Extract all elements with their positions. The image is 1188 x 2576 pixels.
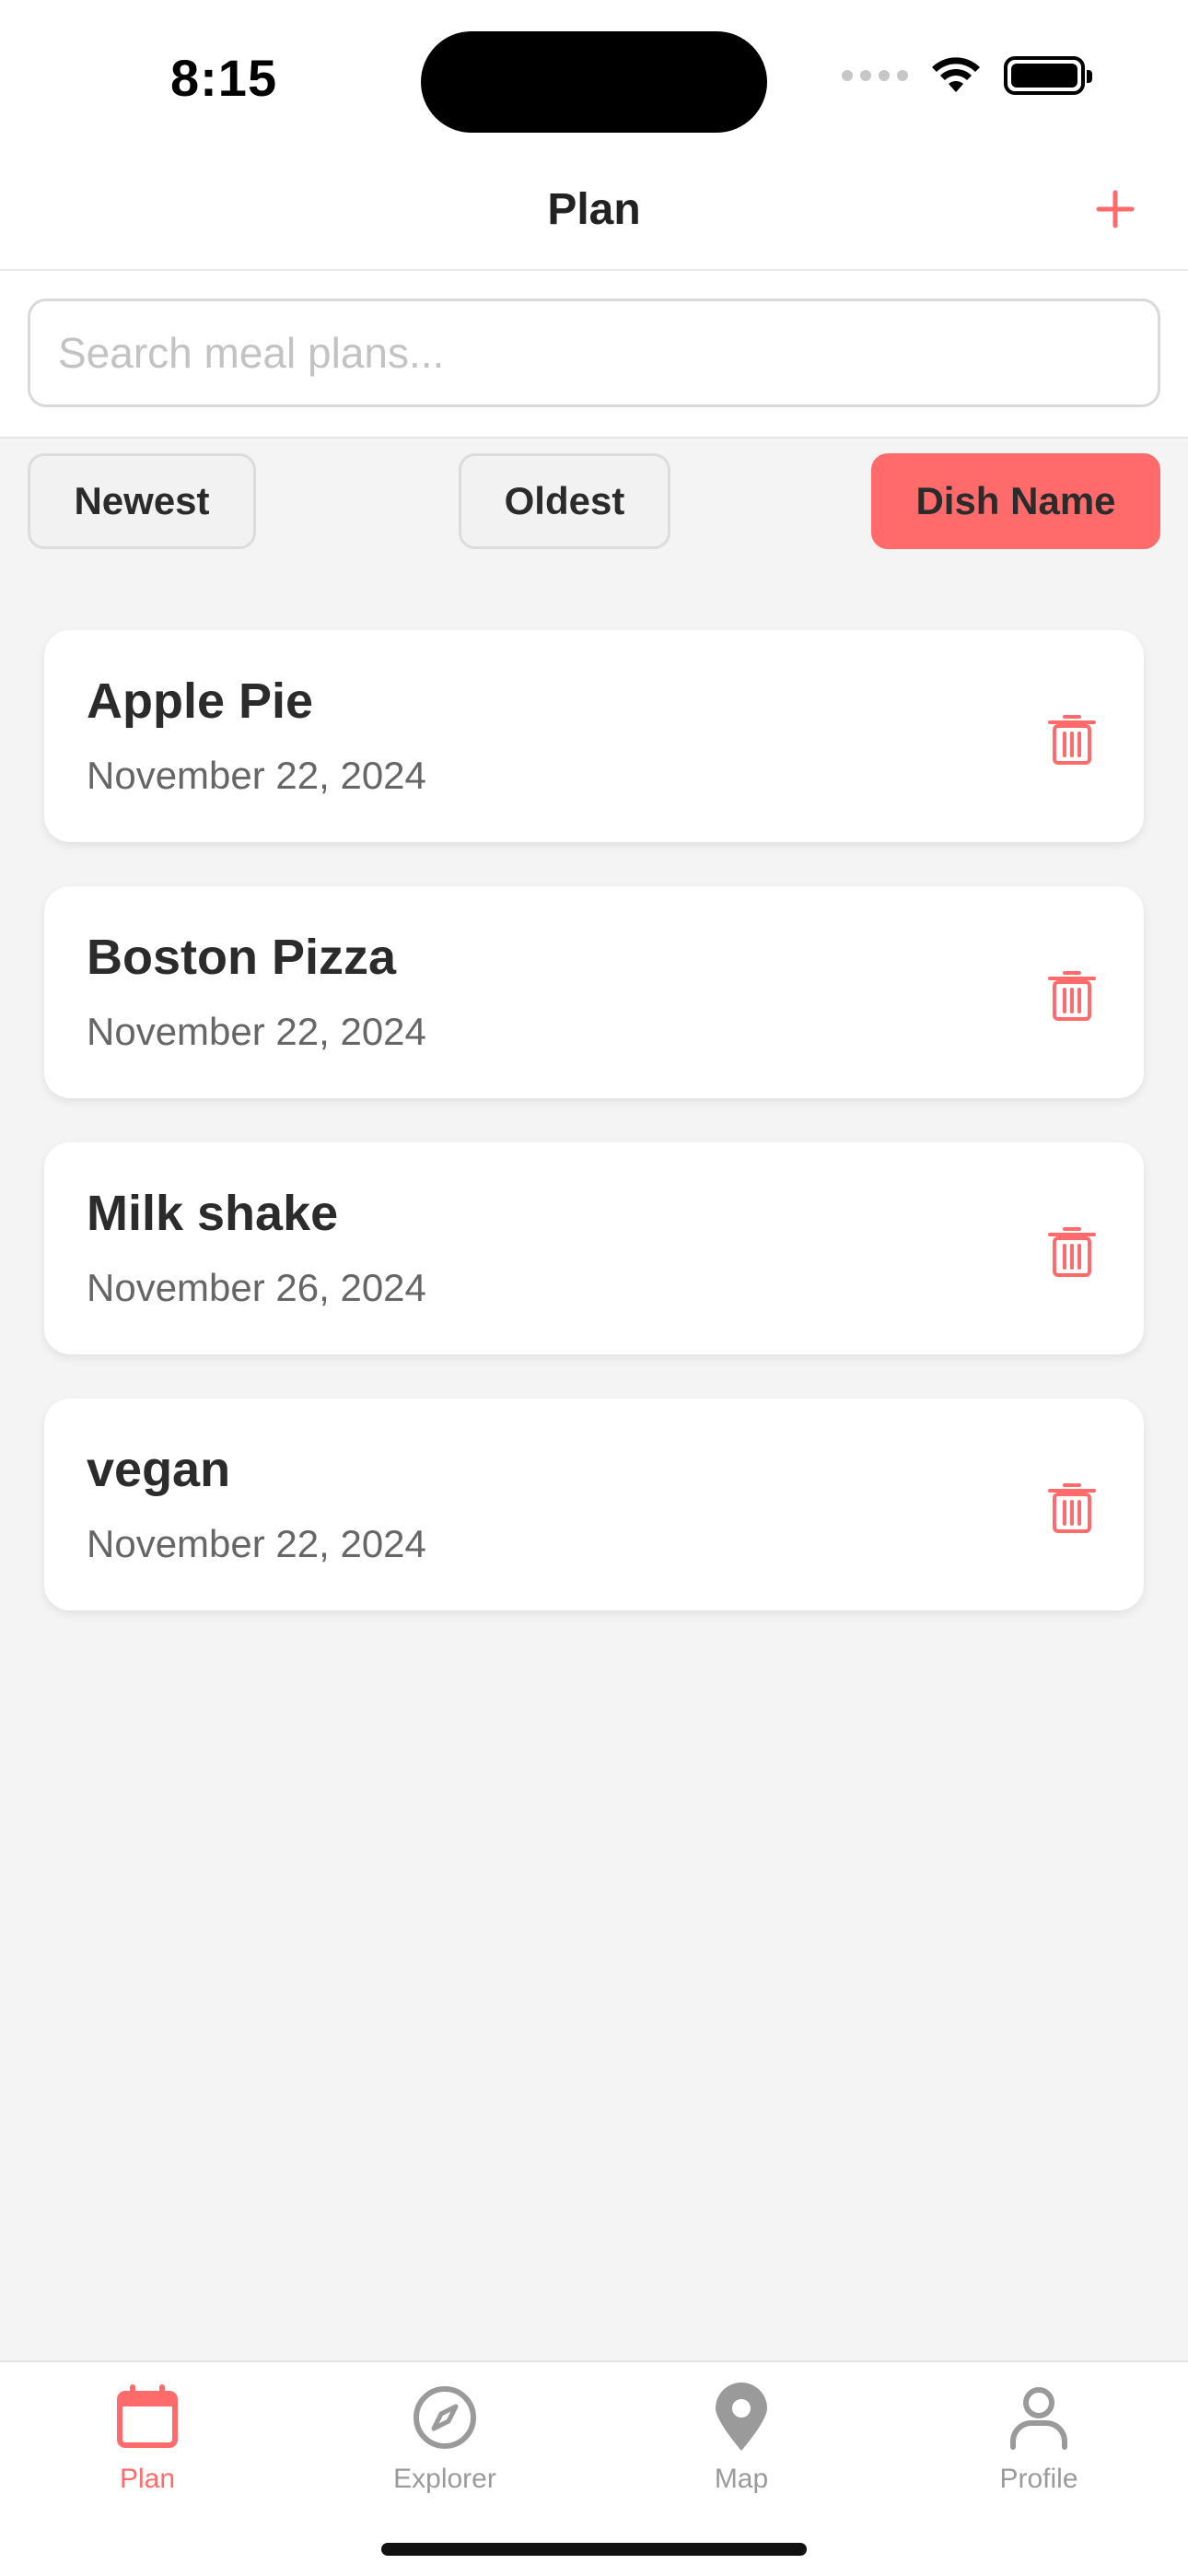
- plan-card[interactable]: Boston Pizza November 22, 2024: [44, 886, 1144, 1098]
- tab-label: Profile: [999, 2464, 1078, 2494]
- trash-icon: [1048, 971, 1096, 1021]
- search-input[interactable]: [28, 299, 1160, 407]
- plan-card[interactable]: Milk shake November 26, 2024: [44, 1142, 1144, 1354]
- plan-date: November 22, 2024: [87, 1522, 426, 1565]
- tab-label: Plan: [119, 2464, 176, 2494]
- plan-name: Boston Pizza: [87, 930, 397, 985]
- page-title: Plan: [547, 185, 641, 234]
- calendar-icon: [117, 2384, 178, 2448]
- tab-map[interactable]: Map: [649, 2381, 833, 2519]
- plan-card[interactable]: vegan November 22, 2024: [44, 1399, 1144, 1610]
- search-area: [0, 271, 1188, 439]
- status-time: 8:15: [170, 49, 278, 107]
- sort-oldest-button[interactable]: Oldest: [459, 453, 670, 549]
- add-plan-button[interactable]: [1083, 177, 1147, 241]
- sort-bar: Newest Oldest Dish Name: [0, 453, 1188, 549]
- tab-profile[interactable]: Profile: [947, 2381, 1131, 2519]
- sort-dish-name-button[interactable]: Dish Name: [871, 453, 1160, 549]
- delete-plan-button[interactable]: [1037, 1472, 1107, 1542]
- person-icon: [1010, 2387, 1067, 2450]
- plus-icon: [1096, 190, 1135, 228]
- delete-plan-button[interactable]: [1037, 960, 1107, 1030]
- delete-plan-button[interactable]: [1037, 1216, 1107, 1286]
- plan-date: November 22, 2024: [87, 754, 426, 797]
- plan-name: Apple Pie: [87, 673, 314, 729]
- compass-icon: [413, 2386, 476, 2449]
- status-icons: [842, 55, 1092, 96]
- plan-card[interactable]: Apple Pie November 22, 2024: [44, 630, 1144, 842]
- plan-date: November 22, 2024: [87, 1010, 426, 1053]
- tab-plan[interactable]: Plan: [55, 2381, 239, 2519]
- plan-date: November 26, 2024: [87, 1266, 426, 1309]
- trash-icon: [1048, 1227, 1096, 1277]
- tab-label: Explorer: [393, 2464, 496, 2494]
- plan-name: vegan: [87, 1442, 231, 1497]
- battery-icon: [1004, 56, 1092, 95]
- trash-icon: [1048, 715, 1096, 765]
- cellular-signal-icon: [842, 70, 908, 81]
- plan-name: Milk shake: [87, 1186, 339, 1241]
- meal-plan-screen: 8:15 Plan Newest Oldest Dish Name: [0, 0, 1188, 2576]
- tab-explorer[interactable]: Explorer: [353, 2381, 537, 2519]
- sort-newest-button[interactable]: Newest: [28, 453, 256, 549]
- trash-icon: [1048, 1483, 1096, 1533]
- status-bar: 8:15: [0, 0, 1188, 157]
- map-pin-icon: [716, 2383, 767, 2451]
- home-indicator: [381, 2543, 807, 2556]
- tab-label: Map: [714, 2464, 769, 2494]
- plan-list: Apple Pie November 22, 2024 Boston Pizza…: [44, 630, 1144, 1655]
- delete-plan-button[interactable]: [1037, 704, 1107, 774]
- app-header: Plan: [0, 157, 1188, 271]
- dynamic-island: [421, 31, 767, 133]
- wifi-icon: [932, 57, 980, 92]
